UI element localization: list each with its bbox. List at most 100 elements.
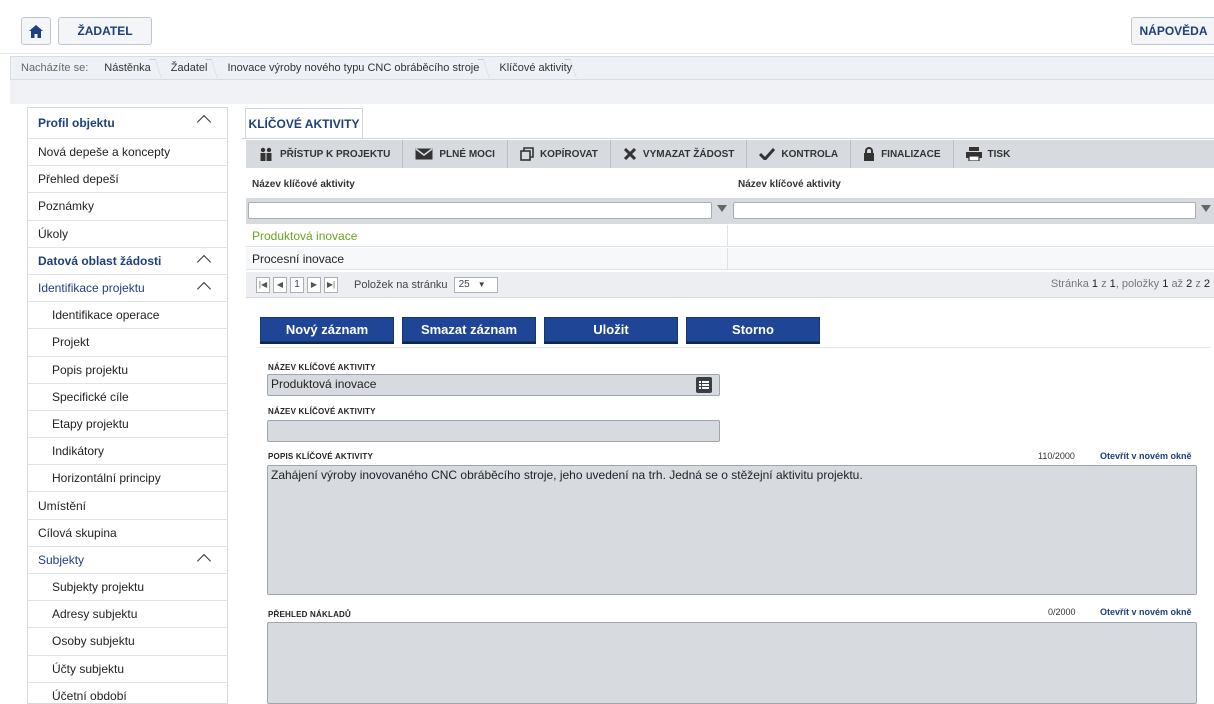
- page-number[interactable]: 1: [290, 276, 304, 293]
- sidebar-item-label: Adresy subjektu: [52, 607, 138, 622]
- per-page-label: Položek na stránku: [354, 278, 448, 291]
- next-page-icon[interactable]: ▶: [307, 276, 321, 293]
- table-row[interactable]: Produktová inovace: [246, 225, 1214, 247]
- sidebar-item-label: Projekt: [52, 335, 90, 350]
- chevron-up-icon[interactable]: [196, 553, 212, 568]
- pager-to-word: až: [1171, 278, 1184, 290]
- breadcrumb-item-zadatel[interactable]: Žadatel: [165, 57, 222, 79]
- sidebar-item-adresy-subjektu[interactable]: Adresy subjektu: [28, 601, 227, 629]
- per-page-value: 25: [458, 279, 470, 290]
- toolbar-label: PŘÍSTUP K PROJEKTU: [280, 148, 391, 160]
- sidebar-item-umisteni[interactable]: Umístění: [28, 492, 227, 520]
- finalize-button[interactable]: FINALIZACE: [851, 140, 954, 168]
- zadatel-button[interactable]: ŽADATEL: [58, 17, 152, 45]
- first-page-icon[interactable]: |◀: [256, 276, 270, 293]
- breadcrumb: Nacházíte se: Nástěnka Žadatel Inovace v…: [10, 56, 1214, 80]
- check-button[interactable]: KONTROLA: [747, 140, 852, 168]
- open-in-new-window-link[interactable]: Otevřít v novém okně: [1100, 451, 1192, 461]
- list-icon[interactable]: [696, 377, 712, 393]
- activity-name-select[interactable]: Produktová inovace: [267, 374, 720, 396]
- chevron-up-icon[interactable]: [196, 114, 212, 130]
- field-label-costs: PŘEHLED NÁKLADŮ: [268, 610, 351, 619]
- tab-underline: [242, 138, 1214, 139]
- people-icon: [260, 147, 272, 161]
- filter-icon[interactable]: [1201, 205, 1211, 212]
- cancel-button[interactable]: Storno: [686, 317, 820, 342]
- copy-icon: [520, 147, 534, 161]
- field-label-description: POPIS KLÍČOVÉ AKTIVITY: [268, 452, 374, 461]
- sidebar-item-label: Účetní období: [52, 688, 127, 703]
- pager-items-label: , položky: [1115, 278, 1160, 290]
- pager-from: 1: [1162, 278, 1169, 290]
- toolbar-label: FINALIZACE: [881, 148, 941, 160]
- table-row[interactable]: Procesní inovace: [246, 248, 1214, 270]
- sidebar-item-subjekty[interactable]: Subjekty: [28, 547, 227, 574]
- activity-description-textarea[interactable]: Zahájení výroby inovovaného CNC obráběcí…: [267, 465, 1197, 595]
- sidebar-item-ucetni-obdobi[interactable]: Účetní období: [28, 683, 227, 703]
- toolbar-label: KOPÍROVAT: [539, 148, 598, 160]
- costs-overview-textarea[interactable]: [267, 622, 1197, 704]
- open-in-new-window-link[interactable]: Otevřít v novém okně: [1100, 607, 1192, 617]
- sidebar-item-label: Úkoly: [38, 226, 69, 241]
- sidebar-item-label: Specifické cíle: [52, 389, 129, 404]
- sidebar-item-etapy-projektu[interactable]: Etapy projektu: [28, 411, 227, 439]
- sidebar-nav: Profil objektu Nová depeše a koncepty Př…: [27, 107, 228, 704]
- sidebar-item-popis-projektu[interactable]: Popis projektu: [28, 357, 227, 384]
- column-header-nazev-2[interactable]: Název klíčové aktivity: [732, 170, 1214, 198]
- sidebar-item-label: Indikátory: [52, 444, 105, 459]
- sidebar-item-indikatory[interactable]: Indikátory: [28, 438, 227, 466]
- sidebar-item-poznamky[interactable]: Poznámky: [28, 193, 227, 221]
- sidebar-item-specificke-cile[interactable]: Specifické cíle: [28, 384, 227, 411]
- chevron-down-icon: ▼: [477, 280, 486, 289]
- sidebar-item-label: Umístění: [38, 498, 87, 513]
- sidebar-item-identifikace-projektu[interactable]: Identifikace projektu: [28, 275, 227, 303]
- sidebar-item-profil-objektu[interactable]: Profil objektu: [28, 108, 227, 139]
- sidebar-item-subjekty-projektu[interactable]: Subjekty projektu: [28, 574, 227, 602]
- filter-input-1[interactable]: [248, 202, 712, 219]
- pager-of: z: [1195, 278, 1201, 290]
- sidebar-item-datova-oblast[interactable]: Datová oblast žádosti: [28, 248, 227, 275]
- sidebar-item-ucty-subjektu[interactable]: Účty subjektu: [28, 656, 227, 683]
- column-header-nazev-1[interactable]: Název klíčové aktivity: [246, 170, 728, 198]
- save-button[interactable]: Uložit: [544, 317, 678, 342]
- table-cell: Produktová inovace: [246, 225, 728, 246]
- sidebar-item-prehled-depesi[interactable]: Přehled depeší: [28, 166, 227, 194]
- last-page-icon[interactable]: ▶|: [324, 276, 338, 293]
- per-page-select[interactable]: 25 ▼: [453, 276, 498, 293]
- pager-of: z: [1101, 278, 1107, 290]
- access-to-project-button[interactable]: PŘÍSTUP K PROJEKTU: [246, 140, 404, 168]
- power-of-attorney-button[interactable]: PLNÉ MOCI: [403, 140, 508, 168]
- pager-info-prefix: Stránka: [1050, 278, 1089, 290]
- sidebar-item-label: Nová depeše a koncepty: [38, 145, 171, 160]
- sidebar-item-label: Popis projektu: [52, 362, 129, 377]
- print-button[interactable]: TISK: [954, 140, 1023, 168]
- home-button[interactable]: [21, 17, 51, 45]
- sidebar-item-ukoly[interactable]: Úkoly: [28, 221, 227, 248]
- printer-icon: [965, 147, 982, 161]
- sidebar-item-label: Poznámky: [38, 199, 95, 214]
- filter-icon[interactable]: [717, 205, 727, 212]
- breadcrumb-item-nastenka[interactable]: Nástěnka: [98, 57, 164, 79]
- sidebar-item-projekt[interactable]: Projekt: [28, 329, 227, 357]
- prev-page-icon[interactable]: ◀: [273, 276, 287, 293]
- copy-button[interactable]: KOPÍROVAT: [508, 140, 611, 168]
- breadcrumb-item-project[interactable]: Inovace výroby nového typu CNC obráběcíh…: [221, 57, 493, 79]
- chevron-up-icon[interactable]: [196, 281, 212, 297]
- lock-icon: [864, 147, 875, 161]
- new-record-button[interactable]: Nový záznam: [260, 317, 394, 342]
- chevron-up-icon[interactable]: [196, 254, 212, 269]
- delete-record-button[interactable]: Smazat záznam: [402, 317, 536, 342]
- delete-application-button[interactable]: VYMAZAT ŽÁDOST: [611, 140, 748, 168]
- filter-input-2[interactable]: [733, 202, 1196, 219]
- sidebar-item-horizontalni-principy[interactable]: Horizontální principy: [28, 465, 227, 493]
- help-button[interactable]: NÁPOVĚDA: [1131, 17, 1214, 45]
- sidebar-item-nova-depese[interactable]: Nová depeše a koncepty: [28, 139, 227, 167]
- main-panel: KLÍČOVÉ AKTIVITY PŘÍSTUP K PROJEKTU PLNÉ…: [242, 107, 1214, 704]
- activity-name-input[interactable]: [267, 420, 720, 442]
- pager-to: 2: [1186, 278, 1193, 290]
- envelope-icon: [415, 148, 433, 160]
- sidebar-item-identifikace-operace[interactable]: Identifikace operace: [28, 302, 227, 330]
- tab-klicove-aktivity[interactable]: KLÍČOVÉ AKTIVITY: [245, 108, 363, 138]
- sidebar-item-osoby-subjektu[interactable]: Osoby subjektu: [28, 628, 227, 656]
- sidebar-item-cilova-skupina[interactable]: Cílová skupina: [28, 520, 227, 547]
